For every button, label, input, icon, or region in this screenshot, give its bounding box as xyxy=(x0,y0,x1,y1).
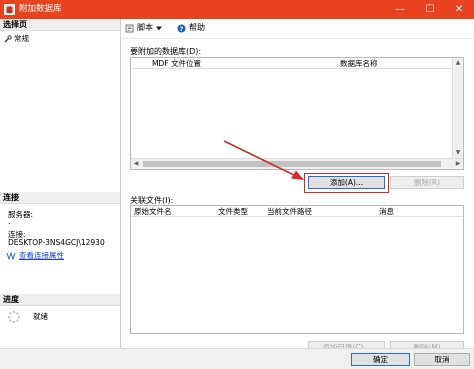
databases-hscrollbar[interactable]: ◀ ▶ xyxy=(131,158,463,169)
connection-icon xyxy=(6,251,16,260)
databases-grid[interactable]: MDF 文件位置 数据库名称 ▲ ▼ ◀ ▶ xyxy=(130,57,464,170)
svg-text:?: ? xyxy=(180,25,184,33)
left-pane: 选择页 常规 连接 服务器: . 连接: DESKTOP-3NS4GCJ\129… xyxy=(0,19,121,348)
script-icon xyxy=(125,24,134,32)
connection-value: DESKTOP-3NS4GCJ\12930 xyxy=(8,238,105,247)
help-icon: ? xyxy=(177,24,186,33)
wrench-icon xyxy=(4,34,12,42)
databases-label: 要附加的数据库(D): xyxy=(130,47,202,56)
close-button[interactable]: ✕ xyxy=(444,0,474,19)
server-value: . xyxy=(8,217,11,226)
script-label: 脚本 xyxy=(137,23,153,32)
progress-header: 进度 xyxy=(0,294,120,306)
minimize-icon: — xyxy=(395,4,405,15)
main-pane: 脚本 ? 帮助 要附加的数据库(D): MDF 文件位置 数据库名称 ▲ ▼ ◀… xyxy=(121,19,474,354)
col-database-name[interactable]: 数据库名称 xyxy=(340,59,378,68)
scroll-right-icon[interactable]: ▶ xyxy=(453,159,463,169)
page-item-label: 常规 xyxy=(14,34,29,43)
col-mdf-location[interactable]: MDF 文件位置 xyxy=(152,59,201,68)
col-file-type[interactable]: 文件类型 xyxy=(218,207,248,216)
connection-header: 连接 xyxy=(0,192,120,204)
help-button[interactable]: ? 帮助 xyxy=(177,23,205,33)
database-icon xyxy=(4,4,15,15)
col-original-filename[interactable]: 原始文件名 xyxy=(134,207,172,216)
minimize-button[interactable]: — xyxy=(385,0,415,19)
cancel-button[interactable]: 取消 xyxy=(414,353,470,366)
add-button[interactable]: 添加(A)... xyxy=(308,176,385,189)
col-message[interactable]: 消息 xyxy=(379,207,394,216)
related-files-grid[interactable]: 原始文件名 文件类型 当前文件路径 消息 xyxy=(130,205,464,334)
toolbar-divider xyxy=(121,38,474,39)
databases-grid-header: MDF 文件位置 数据库名称 xyxy=(131,58,463,69)
scroll-up-icon[interactable]: ▲ xyxy=(453,58,463,68)
server-label: 服务器: xyxy=(8,210,34,219)
databases-vscrollbar[interactable]: ▲ ▼ xyxy=(452,58,463,158)
window-title: 附加数据库 xyxy=(19,4,62,14)
chevron-down-icon xyxy=(156,26,162,30)
page-item-general[interactable]: 常规 xyxy=(4,33,29,44)
title-bar: 附加数据库 — ☐ ✕ xyxy=(0,0,474,19)
progress-status: 就绪 xyxy=(33,312,48,321)
help-label: 帮助 xyxy=(189,23,205,32)
scroll-thumb[interactable] xyxy=(143,161,441,167)
ok-button[interactable]: 确定 xyxy=(351,353,410,366)
select-page-header: 选择页 xyxy=(0,19,120,31)
col-current-path[interactable]: 当前文件路径 xyxy=(267,207,312,216)
spinner-icon xyxy=(7,310,21,324)
scroll-down-icon[interactable]: ▼ xyxy=(453,148,463,158)
maximize-button[interactable]: ☐ xyxy=(415,0,445,19)
view-properties-link[interactable]: 查看连接属性 xyxy=(19,250,64,261)
dialog-footer: 确定 取消 xyxy=(0,348,474,369)
view-connection-properties[interactable]: 查看连接属性 xyxy=(6,250,64,261)
script-menu[interactable]: 脚本 xyxy=(125,23,162,33)
maximize-icon: ☐ xyxy=(425,4,435,15)
remove-button[interactable]: 删除(R) xyxy=(390,176,464,189)
close-icon: ✕ xyxy=(454,4,464,15)
related-files-grid-header: 原始文件名 文件类型 当前文件路径 消息 xyxy=(131,206,463,217)
scroll-left-icon[interactable]: ◀ xyxy=(131,159,141,169)
